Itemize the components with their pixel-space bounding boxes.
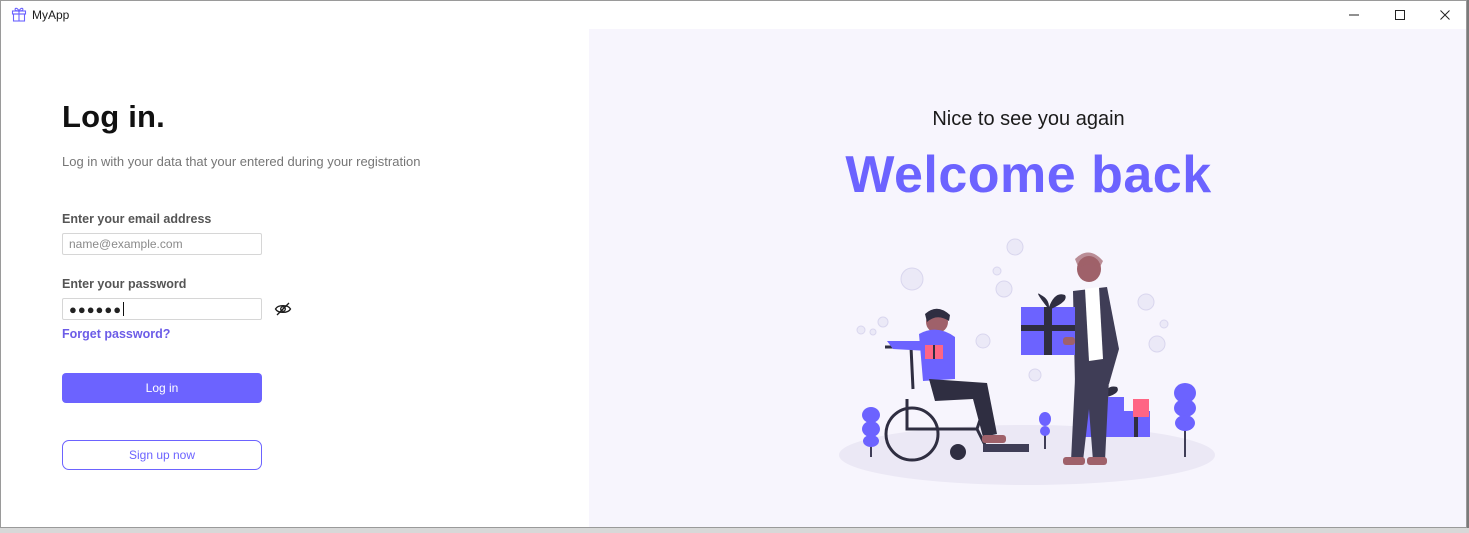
gift-icon xyxy=(11,6,27,22)
background-strip xyxy=(0,528,1469,533)
app-window: MyApp Log in. Log in with your data that… xyxy=(0,0,1467,528)
title-bar: MyApp xyxy=(1,1,1466,29)
eye-hidden-icon[interactable] xyxy=(274,301,292,317)
email-field[interactable] xyxy=(62,233,262,255)
login-panel: Log in. Log in with your data that your … xyxy=(1,29,589,527)
login-button[interactable]: Log in xyxy=(62,373,262,403)
welcome-title: Welcome back xyxy=(845,146,1212,204)
page-title: Log in. xyxy=(62,99,165,134)
app-title: MyApp xyxy=(32,8,70,22)
close-button[interactable] xyxy=(1422,1,1466,29)
password-label: Enter your password xyxy=(62,277,187,291)
greeting-text: Nice to see you again xyxy=(932,108,1125,130)
welcome-panel: Nice to see you again Welcome back xyxy=(589,29,1466,527)
email-label: Enter your email address xyxy=(62,212,212,226)
maximize-icon xyxy=(1395,10,1405,20)
gift-giving-illustration xyxy=(839,238,1215,485)
minimize-icon xyxy=(1349,14,1359,16)
maximize-button[interactable] xyxy=(1377,1,1423,29)
close-icon xyxy=(1440,10,1450,20)
password-value: ●●●●●● xyxy=(69,301,123,317)
text-caret xyxy=(123,302,125,316)
minimize-button[interactable] xyxy=(1331,1,1377,29)
login-subtitle: Log in with your data that your entered … xyxy=(62,154,421,169)
forget-password-link[interactable]: Forget password? xyxy=(62,327,170,341)
password-field[interactable]: ●●●●●● xyxy=(62,298,262,320)
signup-button[interactable]: Sign up now xyxy=(62,440,262,470)
